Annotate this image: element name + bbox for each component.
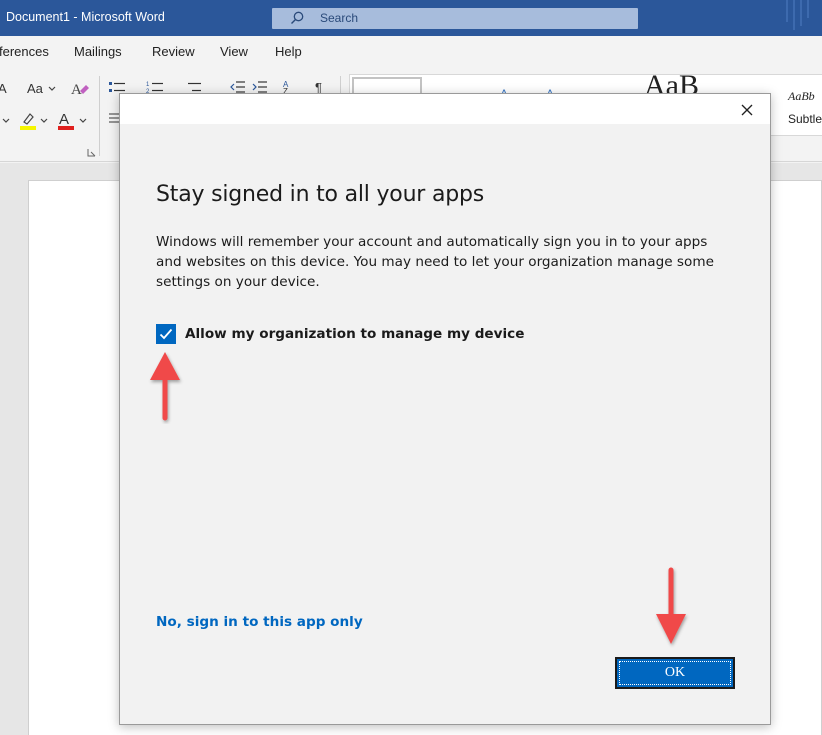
close-icon xyxy=(741,104,753,116)
pilcrow-icon[interactable]: ¶ xyxy=(314,80,326,94)
style-subtle-emphasis-preview[interactable]: AaBb xyxy=(788,89,815,104)
decrease-indent-icon[interactable] xyxy=(230,80,246,94)
tab-references[interactable]: ferences xyxy=(0,44,49,59)
checkmark-icon xyxy=(159,328,173,340)
manage-device-checkbox-row[interactable]: Allow my organization to manage my devic… xyxy=(156,323,524,345)
increase-indent-icon[interactable] xyxy=(252,80,268,94)
ok-button[interactable]: OK xyxy=(615,657,735,689)
svg-text:¶: ¶ xyxy=(315,80,322,94)
svg-text:A: A xyxy=(71,82,82,98)
search-box[interactable]: Search xyxy=(272,8,638,29)
sign-in-this-app-only-link[interactable]: No, sign in to this app only xyxy=(156,614,363,630)
search-icon xyxy=(291,11,304,24)
multilevel-list-icon[interactable] xyxy=(184,80,202,94)
shrink-font-button[interactable]: A xyxy=(0,81,7,96)
ribbon-tabs: ferences Mailings Review View Help xyxy=(0,36,822,66)
highlight-color-icon[interactable] xyxy=(18,110,38,130)
dialog-description: Windows will remember your account and a… xyxy=(156,234,714,290)
svg-text:A: A xyxy=(59,111,69,128)
font-color-icon[interactable]: A xyxy=(57,110,77,130)
chevron-down-icon xyxy=(40,118,48,123)
ok-button-label: OK xyxy=(664,665,686,680)
dialog-top-strip xyxy=(120,94,770,124)
style-subtle-label[interactable]: Subtle xyxy=(788,112,822,126)
titlebar-decoration xyxy=(807,0,809,18)
bullets-icon[interactable] xyxy=(108,80,126,94)
numbering-icon[interactable]: 12 xyxy=(146,80,164,94)
window-title: Document1 - Microsoft Word xyxy=(6,10,165,24)
chevron-down-icon xyxy=(48,86,56,91)
sort-icon[interactable]: AZ xyxy=(282,78,296,94)
manage-device-checkbox-label[interactable]: Allow my organization to manage my devic… xyxy=(185,326,524,342)
titlebar-decoration xyxy=(786,0,788,22)
title-bar: Document1 - Microsoft Word Search xyxy=(0,0,822,36)
chevron-down-icon xyxy=(79,118,87,123)
tab-view[interactable]: View xyxy=(220,44,248,59)
close-button[interactable] xyxy=(732,98,762,122)
arrow-up-annotation-icon xyxy=(150,352,180,421)
chevron-down-icon xyxy=(2,118,10,123)
tab-mailings[interactable]: Mailings xyxy=(74,44,122,59)
change-case-button[interactable]: Aa xyxy=(27,81,43,96)
manage-device-checkbox[interactable] xyxy=(156,324,176,344)
clear-formatting-icon[interactable]: A xyxy=(70,79,90,99)
tab-help[interactable]: Help xyxy=(275,44,302,59)
ribbon-separator xyxy=(99,76,100,156)
search-placeholder: Search xyxy=(320,11,359,25)
arrow-down-annotation-icon xyxy=(656,567,686,644)
tab-review[interactable]: Review xyxy=(152,44,195,59)
titlebar-decoration xyxy=(800,0,802,26)
svg-text:1: 1 xyxy=(146,82,150,88)
titlebar-decoration xyxy=(793,0,795,30)
dialog-title: Stay signed in to all your apps xyxy=(156,182,485,207)
dialog-launcher-icon[interactable] xyxy=(87,148,97,158)
